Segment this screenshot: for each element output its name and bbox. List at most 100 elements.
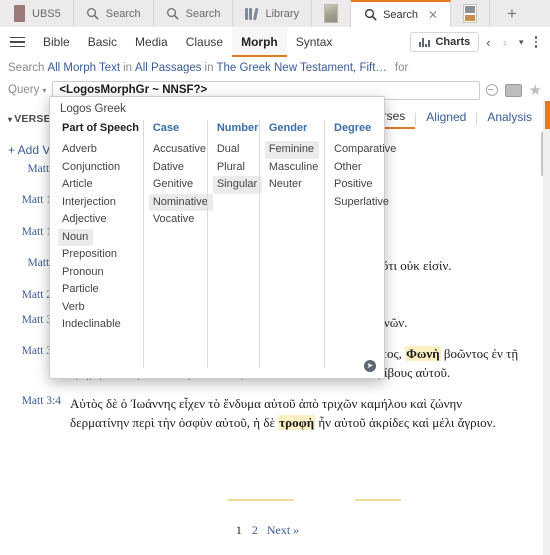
morph-option[interactable]: Feminine	[264, 141, 320, 159]
morph-column-header[interactable]: Number	[217, 122, 259, 134]
morph-option[interactable]: Dual	[217, 141, 259, 159]
results-tabs: Verses Aligned Analysis	[358, 109, 542, 129]
morph-option[interactable]: Masculine	[269, 159, 324, 177]
highlight-underline-mark	[228, 499, 294, 501]
favorite-star-icon[interactable]: ★	[529, 83, 542, 98]
morph-filter-panel[interactable]: Logos Greek Part of Speech Adverb Conjunct…	[49, 96, 396, 379]
forward-arrow-icon[interactable]: ›	[498, 35, 512, 50]
morph-option[interactable]: Superlative	[334, 194, 389, 212]
chevron-down-icon[interactable]: ▾	[514, 37, 529, 48]
morph-option[interactable]: Comparative	[334, 141, 396, 159]
morph-option[interactable]: Genitive	[153, 176, 207, 194]
resource-scope-link[interactable]: The Greek New Testament, Fift…	[216, 62, 386, 74]
verse-text-segment: ἦν αὐτοῦ ἀκρίδες καὶ μέλι ἄγριον.	[315, 414, 496, 430]
menu-item-morph[interactable]: Morph	[232, 27, 287, 57]
tab-label: Search	[105, 7, 141, 20]
logos-search-window: UBS5 Search Search Library Search ✕ + Bi…	[0, 0, 550, 555]
morph-column-gender: Gender Feminine Masculine Neuter	[258, 120, 324, 368]
bar-chart-icon	[418, 37, 431, 47]
morph-option[interactable]: Positive	[334, 176, 384, 194]
text-scope-link[interactable]: All Morph Text	[47, 62, 120, 74]
morph-column-number: Number Dual Plural Singular	[206, 120, 263, 368]
tab-library[interactable]: Library	[233, 0, 313, 27]
tab-label: Search	[185, 7, 221, 20]
chevron-down-icon[interactable]: ▾	[42, 86, 46, 95]
highlight-underline-mark	[355, 499, 401, 501]
library-icon	[245, 7, 259, 21]
morph-option[interactable]: Indeclinable	[62, 316, 143, 334]
tab-search-2[interactable]: Search	[154, 0, 234, 27]
verse-row[interactable]: Matt 3:4 Αὐτὸς δὲ ὁ Ἰωάννης εἶχεν τὸ ἔνδυ…	[0, 395, 538, 432]
go-right-icon[interactable]: ➤	[364, 360, 376, 372]
triangle-down-icon: ▾	[8, 115, 13, 124]
menu-bar: Bible Basic Media Clause Morph Syntax Ch…	[0, 27, 550, 58]
query-label: Query	[8, 84, 40, 96]
tab-strip-filler	[534, 0, 550, 27]
hamburger-icon[interactable]	[0, 36, 34, 48]
verse-reference[interactable]: Matt 3:4	[8, 395, 70, 432]
tab-label: Library	[265, 7, 300, 20]
morph-option[interactable]: Neuter	[269, 176, 324, 194]
query-icons: ★	[480, 83, 550, 98]
morph-option[interactable]: Verb	[62, 299, 143, 317]
menu-item-syntax[interactable]: Syntax	[287, 28, 342, 57]
more-options-icon[interactable]	[531, 36, 545, 48]
tab-thumbnail-image[interactable]	[312, 0, 352, 27]
pagination: 1 2 Next »	[0, 523, 538, 538]
morph-option[interactable]: Accusative	[153, 141, 207, 159]
tab-analysis[interactable]: Analysis	[477, 110, 542, 128]
scope-in-2: in	[204, 62, 214, 74]
morph-option[interactable]: Particle	[62, 281, 143, 299]
morph-column-case: Case Accusative Dative Genitive Nominative Vo…	[142, 120, 213, 368]
morph-column-header[interactable]: Case	[153, 122, 207, 134]
page-current: 1	[235, 523, 242, 537]
thumbnail-image-icon	[324, 4, 339, 23]
morph-columns: Part of Speech Adverb Conjunction Article In…	[50, 120, 396, 368]
tab-ubs5[interactable]: UBS5	[0, 0, 74, 27]
clear-icon[interactable]	[485, 84, 498, 96]
tab-aligned[interactable]: Aligned	[416, 110, 476, 128]
morph-option[interactable]: Noun	[58, 228, 94, 247]
search-scope-row: Search All Morph Text in All Passages in…	[0, 57, 550, 79]
search-icon	[166, 7, 180, 21]
tab-search-active[interactable]: Search ✕	[351, 0, 452, 27]
morph-option[interactable]: Preposition	[62, 246, 143, 264]
passage-scope-link[interactable]: All Passages	[135, 62, 201, 74]
morph-option[interactable]: Other	[334, 159, 384, 177]
morph-column-header[interactable]: Degree	[334, 122, 384, 134]
tab-label: Search	[383, 8, 418, 21]
right-edge-strip	[543, 101, 550, 555]
morph-column-part-of-speech: Part of Speech Adverb Conjunction Article In…	[52, 120, 143, 368]
page-2-link[interactable]: 2	[252, 523, 258, 537]
morph-option[interactable]: Interjection	[62, 194, 143, 212]
tab-thumbnail-book[interactable]	[451, 0, 491, 27]
active-panel-indicator	[545, 101, 550, 129]
morph-option[interactable]: Adverb	[62, 141, 143, 159]
tab-label: UBS5	[32, 7, 61, 20]
menu-item-media[interactable]: Media	[126, 28, 177, 57]
tab-strip: UBS5 Search Search Library Search ✕ +	[0, 0, 550, 28]
close-icon[interactable]: ✕	[428, 8, 438, 22]
morph-option[interactable]: Conjunction	[62, 159, 143, 177]
keyboard-icon[interactable]	[504, 83, 522, 97]
menu-item-basic[interactable]: Basic	[79, 28, 126, 57]
morph-option[interactable]: Nominative	[148, 193, 213, 212]
menu-item-clause[interactable]: Clause	[177, 28, 232, 57]
morph-option[interactable]: Article	[62, 176, 143, 194]
scope-for: for	[394, 62, 409, 74]
morph-option[interactable]: Pronoun	[62, 264, 143, 282]
charts-button[interactable]: Charts	[409, 32, 480, 52]
morph-column-header[interactable]: Gender	[269, 122, 324, 134]
morph-option[interactable]: Adjective	[62, 211, 143, 229]
morph-option[interactable]: Vocative	[153, 211, 207, 229]
thumbnail-book-icon	[463, 4, 478, 23]
back-arrow-icon[interactable]: ‹	[481, 35, 495, 50]
morph-option[interactable]: Dative	[153, 159, 207, 177]
search-label: Search	[8, 62, 45, 74]
morph-option[interactable]: Plural	[217, 159, 259, 177]
new-tab-button[interactable]: +	[490, 0, 534, 27]
menu-item-bible[interactable]: Bible	[34, 28, 79, 57]
next-page-link[interactable]: Next »	[267, 523, 299, 537]
tab-search-1[interactable]: Search	[74, 0, 154, 27]
morph-option[interactable]: Singular	[212, 176, 263, 194]
